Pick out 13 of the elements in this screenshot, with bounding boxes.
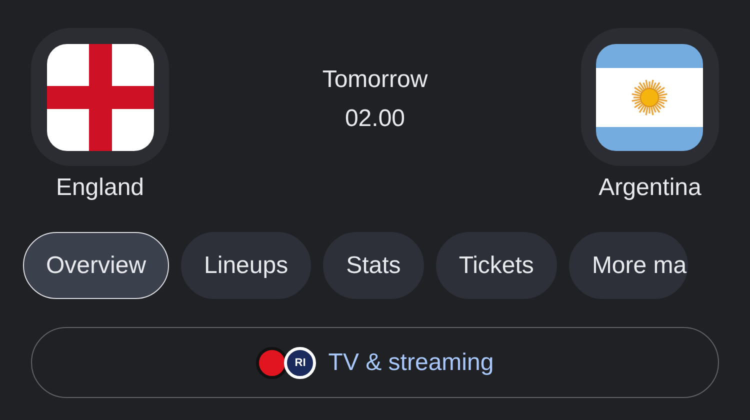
kickoff-time: 02.00 [344,104,406,134]
tab[interactable]: Stats [323,232,424,299]
tab[interactable]: Tickets [436,232,557,299]
tab[interactable]: Lineups [181,232,312,299]
sun-flag-icon [596,44,704,150]
channel-logo-icon: RI [284,346,316,378]
team-name: England [56,174,144,202]
match-day: Tomorrow [322,60,428,99]
tab[interactable]: Overview [23,232,170,299]
tv-streaming-button[interactable]: RI TV & streaming [31,327,719,398]
tab[interactable]: More ma [568,232,688,299]
team-name: Argentina [598,174,702,202]
cross-flag-icon [46,44,154,150]
